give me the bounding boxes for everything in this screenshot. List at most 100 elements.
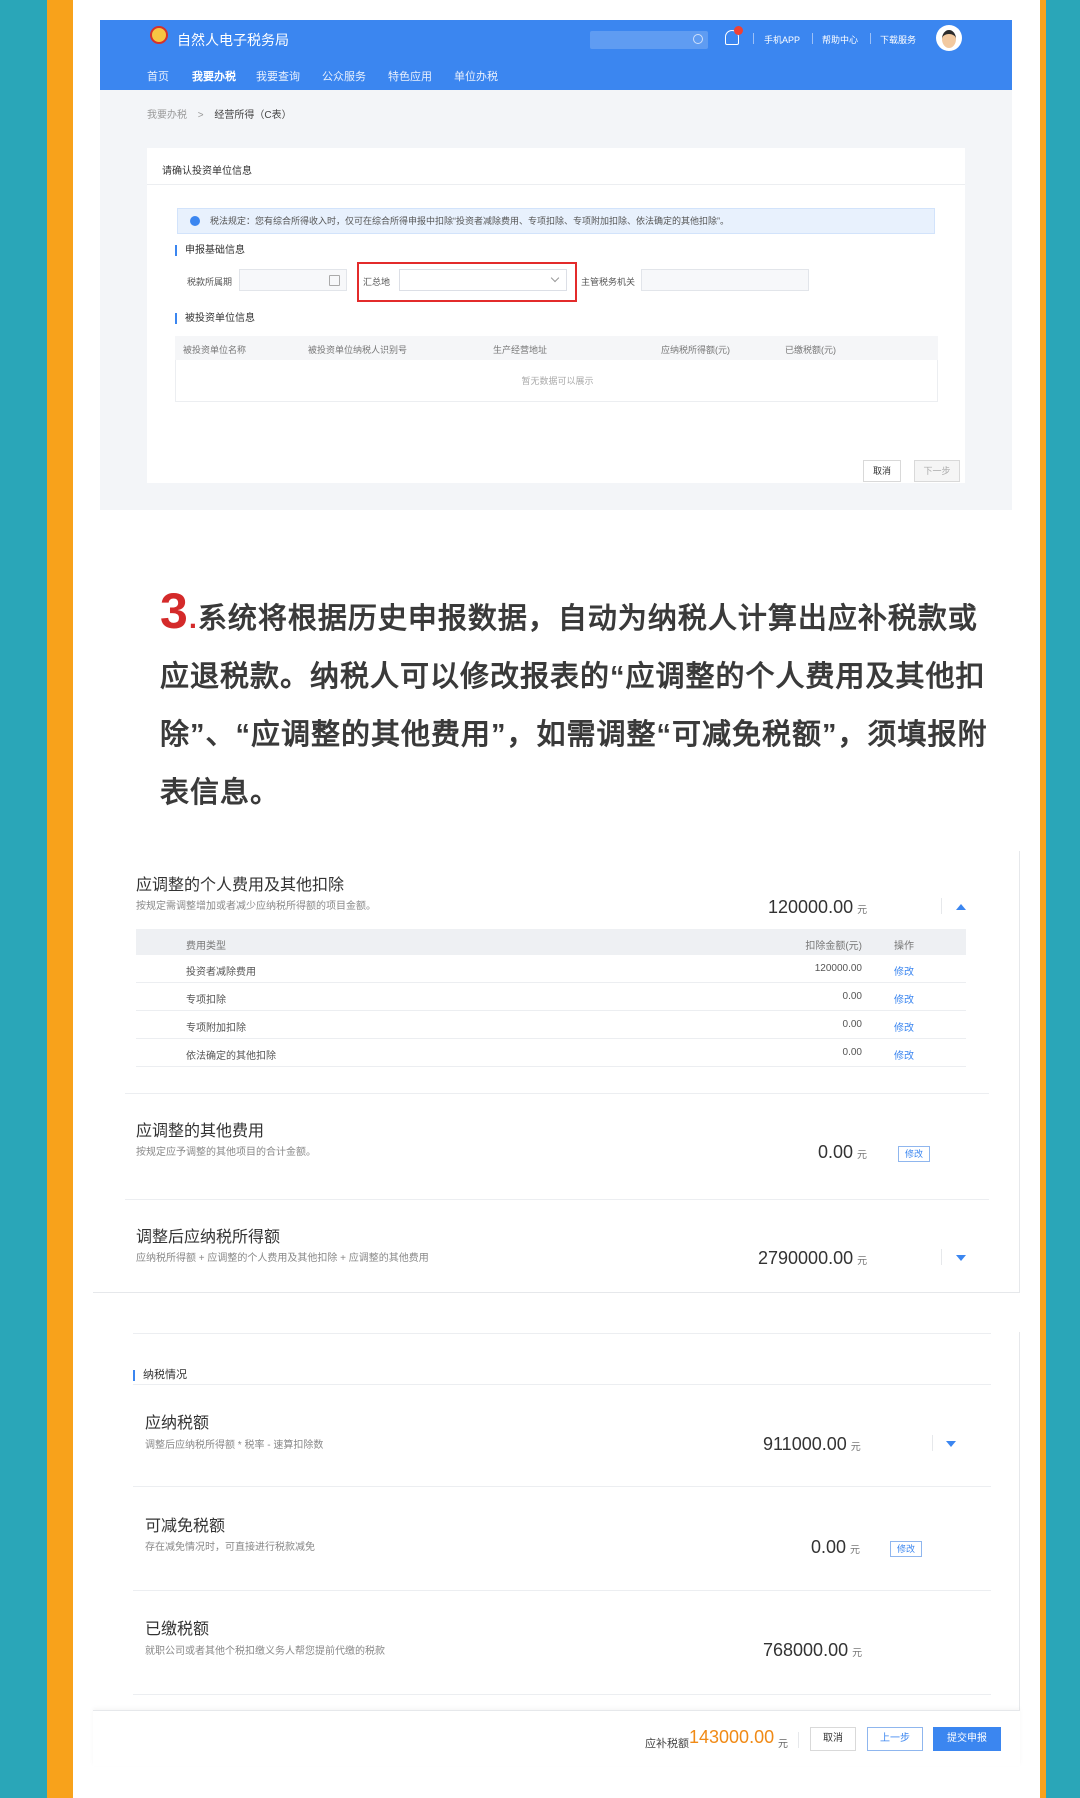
site-name: 自然人电子税务局 (177, 32, 289, 48)
adjusted-taxable-desc: 应纳税所得额 + 应调整的个人费用及其他扣除 + 应调整的其他费用 (136, 1253, 429, 1264)
tax-status-screenshot: 纳税情况 应纳税额 调整后应纳税所得额 * 税率 - 速算扣除数 911000.… (93, 1332, 1020, 1710)
cancel-button[interactable]: 取消 (863, 460, 901, 482)
info-icon (190, 216, 200, 226)
divider (798, 1732, 799, 1748)
previous-step-button[interactable]: 上一步 (867, 1727, 923, 1751)
portal-header: 自然人电子税务局 手机APP 帮助中心 下载服务 首页 我要办税 我要查询 公众… (100, 20, 1012, 90)
row-amount: 0.00 (842, 1047, 862, 1058)
divider (125, 1199, 989, 1200)
avatar[interactable] (936, 25, 962, 51)
divider (941, 898, 942, 914)
search-icon[interactable] (693, 34, 703, 44)
row-edit-link[interactable]: 修改 (894, 1019, 914, 1034)
divider (147, 184, 965, 185)
tax-reducible-title: 可减免税额 (145, 1518, 226, 1535)
cancel-button[interactable]: 取消 (810, 1727, 856, 1751)
tax-notice-banner: 税法规定：您有综合所得收入时，仅可在综合所得申报中扣除“投资者减除费用、专项扣除… (177, 208, 935, 234)
amount-unit: 元 (850, 1442, 861, 1453)
col-taxable-income: 应纳税所得额(元) (661, 345, 730, 355)
row-type: 投资者减除费用 (186, 967, 256, 978)
red-highlight-box (357, 262, 577, 302)
table-row: 专项扣除 0.00 修改 (136, 983, 966, 1011)
col-paid-tax: 已缴税额(元) (785, 345, 836, 355)
breadcrumb: 我要办税 > 经营所得（C表） (147, 106, 292, 121)
breadcrumb-current: 经营所得（C表） (214, 110, 292, 121)
table-row: 专项附加扣除 0.00 修改 (136, 1011, 966, 1039)
header-search-input[interactable] (590, 31, 708, 49)
divider (133, 1333, 991, 1334)
nav-unit-tax[interactable]: 单位办税 (454, 68, 498, 84)
expand-down-icon[interactable] (946, 1441, 956, 1447)
nav-home[interactable]: 首页 (147, 68, 169, 84)
header-divider (870, 33, 871, 44)
other-expense-title: 应调整的其他费用 (136, 1123, 265, 1140)
table-row: 投资者减除费用 120000.00 修改 (136, 955, 966, 983)
step-number: 3 (160, 583, 189, 639)
other-expense-amount: 0.00 元 (818, 1142, 867, 1163)
deduction-table-header: 费用类型 扣除金额(元) 操作 (136, 929, 966, 955)
tax-period-field[interactable] (239, 269, 347, 291)
col-deduction-amount: 扣除金额(元) (805, 941, 862, 952)
header-divider (812, 33, 813, 44)
edit-reducible-button[interactable]: 修改 (890, 1541, 922, 1557)
link-download[interactable]: 下载服务 (880, 33, 916, 46)
row-amount: 0.00 (842, 1019, 862, 1030)
tax-due-amount: 143000.00 (689, 1727, 775, 1747)
col-operation: 操作 (894, 941, 914, 952)
breadcrumb-separator: > (197, 110, 204, 121)
label-tax-office: 主管税务机关 (581, 277, 636, 287)
nav-query[interactable]: 我要查询 (256, 68, 300, 84)
adjusted-taxable-amount: 2790000.00 元 (758, 1248, 867, 1269)
personal-deduction-desc: 按规定需调整增加或者减少应纳税所得额的项目金额。 (136, 901, 376, 912)
amount-unit: 元 (852, 1648, 863, 1659)
submit-declaration-button[interactable]: 提交申报 (933, 1727, 1001, 1751)
row-amount: 120000.00 (814, 963, 862, 974)
amount-value: 768000.00 (763, 1640, 849, 1660)
divider (941, 1249, 942, 1265)
adjustment-screenshot: 应调整的个人费用及其他扣除 按规定需调整增加或者减少应纳税所得额的项目金额。 1… (93, 851, 1020, 1293)
tax-paid-amount: 768000.00 元 (763, 1640, 862, 1661)
expand-down-icon[interactable] (956, 1255, 966, 1261)
tax-payable-title: 应纳税额 (145, 1415, 210, 1432)
row-edit-link[interactable]: 修改 (894, 963, 914, 978)
tax-paid-desc: 就职公司或者其他个税扣缴义务人帮您提前代缴的税款 (145, 1646, 385, 1657)
step-text: 系统将根据历史申报数据，自动为纳税人计算出应补税款或应退税款。纳税人可以修改报表… (160, 603, 988, 809)
empty-state-text: 暂无数据可以展示 (521, 376, 594, 386)
divider (133, 1590, 991, 1591)
amount-unit: 元 (850, 1545, 861, 1556)
tax-payable-desc: 调整后应纳税所得额 * 税率 - 速算扣除数 (145, 1440, 324, 1451)
col-unit-name: 被投资单位名称 (183, 345, 247, 355)
right-orange-stripe (1040, 0, 1046, 1798)
card-title: 请确认投资单位信息 (162, 166, 252, 177)
tax-reducible-desc: 存在减免情况时，可直接进行税款减免 (145, 1542, 315, 1553)
nav-public-service[interactable]: 公众服务 (322, 68, 366, 84)
adjusted-taxable-title: 调整后应纳税所得额 (136, 1229, 281, 1246)
divider (133, 1486, 991, 1487)
next-step-button[interactable]: 下一步 (914, 460, 960, 482)
amount-unit: 元 (857, 905, 868, 916)
link-help-center[interactable]: 帮助中心 (822, 33, 858, 46)
other-expense-desc: 按规定应予调整的其他项目的合计金额。 (136, 1147, 316, 1158)
col-expense-type: 费用类型 (186, 941, 226, 952)
row-edit-link[interactable]: 修改 (894, 991, 914, 1006)
link-mobile-app[interactable]: 手机APP (764, 33, 800, 46)
divider (133, 1694, 991, 1695)
breadcrumb-parent[interactable]: 我要办税 (147, 110, 187, 121)
table-row: 依法确定的其他扣除 0.00 修改 (136, 1039, 966, 1067)
nav-special-apps[interactable]: 特色应用 (388, 68, 432, 84)
section-basic-info: 申报基础信息 (175, 245, 245, 256)
amount-value: 120000.00 (768, 897, 854, 917)
nav-tax-handling[interactable]: 我要办税 (192, 68, 236, 84)
tax-emblem-icon (150, 26, 168, 44)
tax-reducible-amount: 0.00 元 (811, 1537, 860, 1558)
amount-value: 911000.00 (763, 1434, 847, 1454)
edit-other-expense-button[interactable]: 修改 (898, 1146, 930, 1162)
calendar-icon[interactable] (329, 275, 340, 286)
amount-value: 2790000.00 (758, 1248, 854, 1268)
amount-unit: 元 (857, 1150, 868, 1161)
left-orange-stripe (47, 0, 73, 1798)
label-tax-period: 税款所属期 (187, 277, 233, 287)
collapse-up-icon[interactable] (956, 904, 966, 910)
tax-office-field[interactable] (641, 269, 809, 291)
row-edit-link[interactable]: 修改 (894, 1047, 914, 1062)
